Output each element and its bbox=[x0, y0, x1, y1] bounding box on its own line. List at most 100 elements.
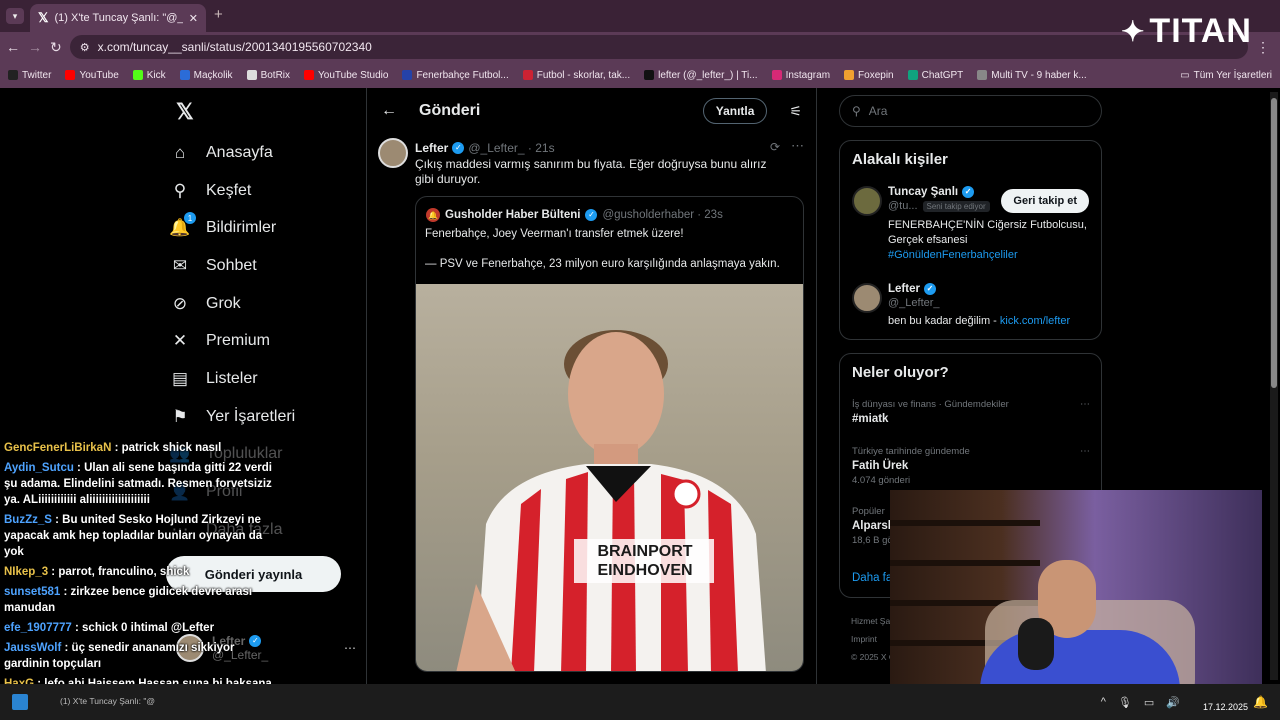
reply-button[interactable]: Yanıtla bbox=[702, 98, 768, 124]
clock[interactable]: 17.12.2025 bbox=[1203, 702, 1248, 712]
bookmark-favicon-icon bbox=[179, 70, 190, 80]
nav-label: Anasayfa bbox=[206, 143, 273, 161]
follow-back-button[interactable]: Geri takip et bbox=[1001, 189, 1089, 213]
bookmark-item[interactable]: Futbol - skorlar, tak... bbox=[522, 70, 630, 81]
related-title: Alakalı kişiler bbox=[852, 151, 948, 168]
bookmark-item[interactable]: Maçkolik bbox=[179, 70, 233, 81]
person-name: Tuncay Şanlı bbox=[888, 186, 959, 198]
nav-label: Sohbet bbox=[206, 256, 257, 274]
chat-separator: : bbox=[48, 566, 59, 578]
player-photo[interactable]: BRAINPORT EINDHOVEN bbox=[416, 284, 803, 671]
scrollbar[interactable] bbox=[1270, 92, 1278, 680]
back-icon[interactable]: ← bbox=[6, 39, 20, 55]
person-name: Lefter bbox=[888, 283, 920, 295]
trend-more-icon[interactable]: ⋯ bbox=[1080, 446, 1090, 457]
bookmark-item[interactable]: ChatGPT bbox=[907, 70, 963, 81]
bookmark-item[interactable]: Twitter bbox=[8, 70, 51, 81]
stream-chat: GencFenerLiBirkaN : patrick shick nasıl A… bbox=[0, 440, 280, 720]
bookmark-item[interactable]: Multi TV - 9 haber k... bbox=[977, 70, 1087, 81]
show-more-link[interactable]: Daha fa bbox=[852, 572, 892, 584]
tab-close-icon[interactable]: ✕ bbox=[189, 12, 198, 25]
grok-icon[interactable]: ⟳ bbox=[770, 140, 780, 154]
verified-icon: ✓ bbox=[585, 209, 598, 221]
quote-header: 🔔 Gusholder Haber Bülteni ✓ @gusholderha… bbox=[426, 208, 723, 222]
footer-link[interactable]: Imprint bbox=[851, 630, 895, 648]
bookmark-item[interactable]: YouTube Studio bbox=[304, 70, 388, 81]
nav-item-2[interactable]: 🔔 1 Bildirimler bbox=[169, 209, 360, 247]
nav-item-3[interactable]: ✉ Sohbet bbox=[170, 247, 360, 285]
bio-hashtag[interactable]: #GönüldenFenerbahçeliler bbox=[888, 248, 1098, 263]
all-bookmarks[interactable]: ▭ Tüm Yer İşaretleri bbox=[1180, 70, 1272, 81]
more-icon[interactable]: ⋯ bbox=[344, 641, 356, 655]
footer: Hizmet Şa Imprint © 2025 X C bbox=[851, 612, 895, 666]
trend-item[interactable]: Türkiye tarihinde gündemde Fatih Ürek 4.… bbox=[852, 446, 1090, 486]
trends-title: Neler oluyor? bbox=[852, 364, 949, 381]
reload-icon[interactable]: ↻ bbox=[50, 39, 62, 56]
bookmark-item[interactable]: Kick bbox=[132, 70, 166, 81]
trend-item[interactable]: İş dünyası ve finans · Gündemdekiler #mi… bbox=[852, 399, 1090, 425]
chat-message: JaussWolf : üç senedir ananamızı sikkiyo… bbox=[0, 640, 280, 672]
bookmark-item[interactable]: lefter (@_lefter_) | Ti... bbox=[644, 70, 758, 81]
bookshelf bbox=[890, 560, 1040, 566]
nav-item-5[interactable]: ✕ Premium bbox=[170, 322, 360, 360]
avatar[interactable] bbox=[852, 283, 882, 313]
taskbar-item[interactable]: (1) X'te Tuncay Şanlı: "@ bbox=[60, 696, 155, 706]
person-lefter[interactable]: Lefter ✓ @_Lefter_ ben bu kadar değilim -… bbox=[852, 283, 1070, 327]
forward-icon[interactable]: → bbox=[28, 39, 42, 55]
volume-icon[interactable]: 🔊 bbox=[1166, 696, 1180, 709]
avatar[interactable] bbox=[852, 186, 882, 216]
nav-item-4[interactable]: ⊘ Grok bbox=[170, 285, 360, 323]
start-icon[interactable] bbox=[12, 694, 28, 710]
nav-item-6[interactable]: ▤ Listeler bbox=[170, 360, 360, 398]
bookmark-favicon-icon bbox=[304, 70, 315, 80]
search-icon: ⚲ bbox=[173, 180, 187, 200]
x-logo-icon[interactable]: 𝕏 bbox=[176, 99, 194, 125]
bookmark-favicon-icon bbox=[65, 70, 76, 80]
site-info-icon[interactable]: ⚙ bbox=[80, 41, 90, 54]
avatar[interactable] bbox=[378, 138, 408, 168]
tweet-header: Lefter ✓ @_Lefter_ · 21s bbox=[415, 141, 555, 155]
filter-icon[interactable]: ⚟ bbox=[789, 103, 802, 120]
nav-item-7[interactable]: ⚑ Yer İşaretleri bbox=[170, 398, 360, 436]
tweet-more-icon[interactable]: ⋯ bbox=[791, 138, 804, 154]
tab-title: (1) X'te Tuncay Şanlı: "@_Lefter bbox=[54, 12, 182, 24]
notification-icon[interactable]: 🔔 bbox=[1253, 695, 1268, 709]
chat-separator: : bbox=[73, 462, 85, 474]
nav-item-1[interactable]: ⚲ Keşfet bbox=[170, 172, 360, 210]
bookmark-item[interactable]: Fenerbahçe Futbol... bbox=[402, 70, 509, 81]
back-arrow-icon[interactable]: ← bbox=[381, 102, 397, 120]
bookmark-favicon-icon bbox=[771, 70, 782, 80]
mic-icon[interactable]: 🎙 bbox=[1118, 696, 1132, 709]
search-box[interactable]: ⚲ Ara bbox=[839, 95, 1102, 127]
scrollbar-thumb[interactable] bbox=[1271, 98, 1277, 388]
person-handle: @_Lefter_ bbox=[888, 297, 940, 309]
tweet-author[interactable]: Lefter bbox=[415, 141, 448, 155]
nav-label: Grok bbox=[206, 294, 241, 312]
nav-item-0[interactable]: ⌂ Anasayfa bbox=[170, 134, 360, 172]
webcam-overlay bbox=[890, 490, 1262, 700]
active-tab[interactable]: 𝕏 (1) X'te Tuncay Şanlı: "@_Lefter ✕ bbox=[30, 4, 206, 32]
chevron-up-icon[interactable]: ^ bbox=[1101, 696, 1106, 709]
jersey-sponsor-text: BRAINPORT EINDHOVEN bbox=[597, 543, 693, 579]
tweet-text: Çıkış maddesi varmış sanırım bu fiyata. … bbox=[415, 157, 767, 186]
trend-more-icon[interactable]: ⋯ bbox=[1080, 399, 1090, 410]
network-icon[interactable]: ▭ bbox=[1144, 696, 1154, 709]
quote-author: Gusholder Haber Bülteni bbox=[445, 209, 581, 221]
bookmark-label: YouTube Studio bbox=[318, 69, 389, 81]
list-icon: ▤ bbox=[171, 368, 189, 388]
bookmark-label: Instagram bbox=[785, 69, 831, 81]
footer-link[interactable]: Hizmet Şa bbox=[851, 612, 895, 630]
nav-label: Listeler bbox=[206, 369, 258, 387]
bookmark-item[interactable]: Foxepin bbox=[844, 70, 894, 81]
bookmark-item[interactable]: Instagram bbox=[771, 69, 831, 81]
menu-icon[interactable]: ⋮ bbox=[1256, 39, 1270, 56]
bio-link[interactable]: kick.com/lefter bbox=[1000, 315, 1070, 327]
new-tab-button[interactable]: + bbox=[214, 6, 223, 23]
bookmark-item[interactable]: YouTube bbox=[65, 70, 119, 81]
chat-separator: : bbox=[51, 514, 63, 526]
tab-search-button[interactable]: ▾ bbox=[6, 8, 24, 24]
address-bar[interactable]: ⚙ x.com/tuncay__sanli/status/20013401955… bbox=[69, 35, 1248, 59]
quoted-tweet[interactable]: 🔔 Gusholder Haber Bülteni ✓ @gusholderha… bbox=[415, 196, 804, 672]
bookmark-item[interactable]: BotRix bbox=[246, 70, 290, 81]
chat-separator: : bbox=[111, 442, 122, 454]
